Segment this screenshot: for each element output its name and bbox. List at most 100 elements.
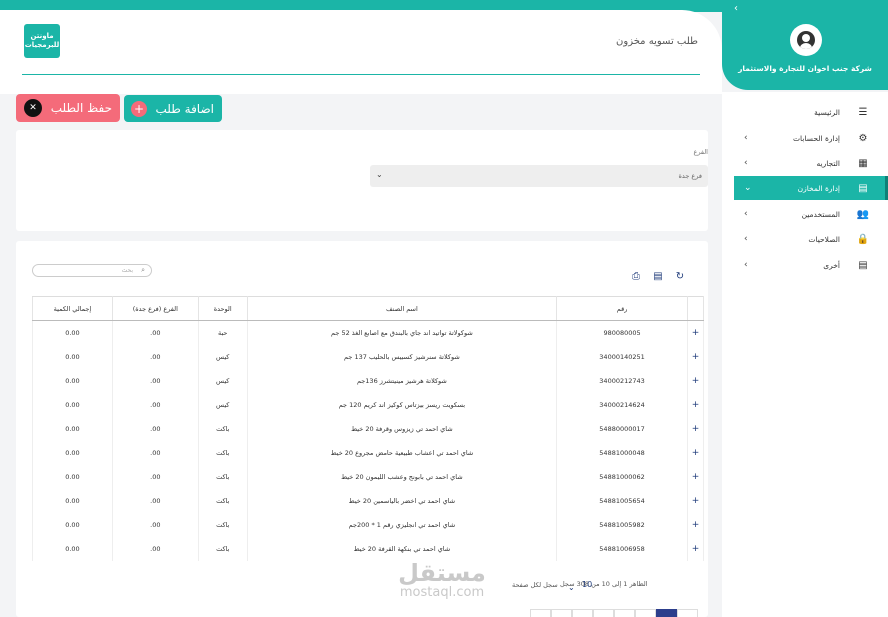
sidebar-item-label: المستخدمين — [801, 209, 840, 219]
cell-item-name: شوكولاتة تواتيد اند جاي بالبندق مع اصابع… — [246, 320, 558, 345]
cell-item-name: شوكلاتة هرشيز مينيتشرز 136جم — [246, 368, 558, 393]
cell-code: 980080005 — [556, 320, 688, 345]
col-header-expand — [686, 296, 705, 321]
header-divider — [22, 74, 700, 75]
pdf-icon[interactable]: ▤ — [652, 271, 664, 282]
branch-select[interactable]: فرع جدة ⌄ — [370, 165, 708, 187]
table-row[interactable]: 0.00 .00 كيس بسكويت ريسز بيزتاس كوكيز ان… — [32, 392, 705, 417]
save-request-label: حفظ الطلب — [50, 101, 112, 115]
sidebar-item-label: إدارة الحسابات — [792, 133, 840, 143]
expand-row-icon[interactable]: + — [686, 440, 705, 465]
col-header-item-name[interactable]: اسم الصنف — [246, 296, 558, 321]
page-size-select[interactable]: 10 — [582, 580, 592, 589]
table-row[interactable]: 0.00 .00 باكت شاي احمد تي اخضر بالياسمين… — [32, 488, 705, 513]
cell-code: 54881005654 — [556, 488, 688, 513]
print-icon[interactable]: ⎙ — [630, 271, 642, 282]
cell-branch: .00 — [111, 416, 199, 441]
col-header-total[interactable]: إجمالي الكمية — [32, 296, 113, 321]
table-row[interactable]: 0.00 .00 كيس شوكلاتة هرشيز مينيتشرز 136ج… — [32, 368, 705, 393]
table-row[interactable]: 0.00 .00 باكت شاي احمد تي زيزوس وقرفة 20… — [32, 416, 705, 441]
page-button[interactable] — [572, 609, 593, 617]
gift-icon: ▦ — [858, 157, 868, 169]
search-icon: ⌕ — [141, 266, 145, 274]
users-icon: 👥 — [856, 208, 870, 220]
col-header-unit[interactable]: الوحدة — [197, 296, 248, 321]
cell-code: 54881000048 — [556, 440, 688, 465]
table-row[interactable]: 0.00 .00 باكت شاي احمد تي بنكهة القرفة 2… — [32, 536, 705, 561]
sidebar-item-warehouses[interactable]: ⌄ ▤ إدارة المخازن — [734, 176, 888, 200]
items-table-card: ⌕ بحث ⎙ ▤ ↻ إجمالي الكمية الفرع (فرع جدة… — [16, 241, 708, 617]
expand-row-icon[interactable]: + — [686, 488, 705, 513]
cell-total: 0.00 — [32, 320, 113, 345]
sidebar-item-permissions[interactable]: ‹ 🔒 الصلاحيات — [734, 227, 888, 251]
table-row[interactable]: 0.00 .00 باكت شاي احمد تي اعشاب طبيعية ح… — [32, 440, 705, 465]
cell-total: 0.00 — [32, 536, 113, 561]
expand-row-icon[interactable]: + — [686, 368, 705, 393]
expand-row-icon[interactable]: + — [686, 536, 705, 561]
expand-row-icon[interactable]: + — [686, 392, 705, 417]
sidebar-collapse-icon[interactable]: ‹ — [734, 3, 738, 14]
expand-row-icon[interactable]: + — [686, 416, 705, 441]
header: ماونتن للبرمجيات طلب تسويه مخزون — [0, 10, 722, 94]
cell-unit: باكت — [197, 440, 248, 465]
table-row[interactable]: 0.00 .00 باكت شاي احمد تي انجليزي رقم 1 … — [32, 512, 705, 537]
cell-total: 0.00 — [32, 344, 113, 369]
sidebar-item-commercial[interactable]: ‹ ▦ التجاريه — [734, 151, 888, 175]
page-button[interactable] — [593, 609, 614, 617]
sidebar-item-label: التجاريه — [816, 158, 841, 168]
add-request-button[interactable]: + اضافة طلب — [124, 95, 222, 122]
sidebar-item-home[interactable]: ☰ الرئيسية — [734, 100, 888, 124]
cell-item-name: شاي احمد تي بنكهة القرفة 20 خيط — [246, 536, 558, 561]
cell-item-name: شاي احمد تي زيزوس وقرفة 20 خيط — [246, 416, 558, 441]
cell-unit: باكت — [197, 464, 248, 489]
cell-total: 0.00 — [32, 440, 113, 465]
page-button[interactable] — [635, 609, 656, 617]
chevron-left-icon: ‹ — [744, 234, 748, 244]
items-table: إجمالي الكمية الفرع (فرع جدة) الوحدة اسم… — [32, 296, 705, 561]
cell-unit: حبة — [197, 320, 248, 345]
gears-icon: ⚙ — [858, 132, 868, 144]
branch-card: الفرع فرع جدة ⌄ — [16, 130, 708, 231]
cell-unit: كيس — [197, 392, 248, 417]
table-row[interactable]: 0.00 .00 كيس شوكلاتة سنرشيز كسبيس بالحلي… — [32, 344, 705, 369]
table-row[interactable]: 0.00 .00 حبة شوكولاتة تواتيد اند جاي بال… — [32, 320, 705, 345]
cell-branch: .00 — [111, 320, 199, 345]
page-button-active[interactable] — [656, 609, 677, 617]
cell-branch: .00 — [111, 344, 199, 369]
cell-branch: .00 — [111, 536, 199, 561]
sidebar-item-users[interactable]: ‹ 👥 المستخدمين — [734, 202, 888, 226]
expand-row-icon[interactable]: + — [686, 512, 705, 537]
sidebar-menu: ☰ الرئيسية ‹ ⚙ إدارة الحسابات ‹ ▦ التجار… — [722, 92, 888, 617]
cell-branch: .00 — [111, 488, 199, 513]
chevron-left-icon: ‹ — [744, 133, 748, 143]
page-button[interactable] — [614, 609, 635, 617]
save-request-button[interactable]: ✕ حفظ الطلب — [16, 94, 120, 122]
company-name: شركة جنب اخوان للتجارة والاستثمار — [738, 64, 872, 73]
avatar[interactable] — [790, 24, 822, 56]
page-button[interactable] — [530, 609, 551, 617]
expand-row-icon[interactable]: + — [686, 344, 705, 369]
add-request-label: اضافة طلب — [155, 101, 214, 116]
close-icon: ✕ — [24, 99, 42, 117]
page-title: طلب تسويه مخزون — [616, 36, 698, 47]
chevron-left-icon: ‹ — [744, 260, 748, 270]
page-button[interactable] — [677, 609, 698, 617]
sidebar-item-accounts[interactable]: ‹ ⚙ إدارة الحسابات — [734, 126, 888, 150]
cell-item-name: شاي احمد تي اخضر بالياسمين 20 خيط — [246, 488, 558, 513]
refresh-icon[interactable]: ↻ — [674, 271, 686, 282]
sidebar-item-other[interactable]: ‹ ▤ أخرى — [734, 253, 888, 277]
sidebar-header: ‹ شركة جنب اخوان للتجارة والاستثمار — [722, 0, 888, 90]
search-placeholder: بحث — [121, 267, 133, 274]
table-row[interactable]: 0.00 .00 باكت شاي احمد تي بابونج وعشب ال… — [32, 464, 705, 489]
chevron-down-icon[interactable]: ⌄ — [568, 583, 575, 592]
cell-item-name: شاي احمد تي انجليزي رقم 1 * 200جم — [246, 512, 558, 537]
search-input[interactable]: ⌕ بحث — [32, 264, 152, 277]
col-header-branch[interactable]: الفرع (فرع جدة) — [111, 296, 199, 321]
cell-branch: .00 — [111, 392, 199, 417]
col-header-code[interactable]: رقم — [556, 296, 688, 321]
cell-item-name: بسكويت ريسز بيزتاس كوكيز اند كريم 120 جم — [246, 392, 558, 417]
expand-row-icon[interactable]: + — [686, 464, 705, 489]
cell-unit: باكت — [197, 488, 248, 513]
page-button[interactable] — [551, 609, 572, 617]
expand-row-icon[interactable]: + — [686, 320, 705, 345]
